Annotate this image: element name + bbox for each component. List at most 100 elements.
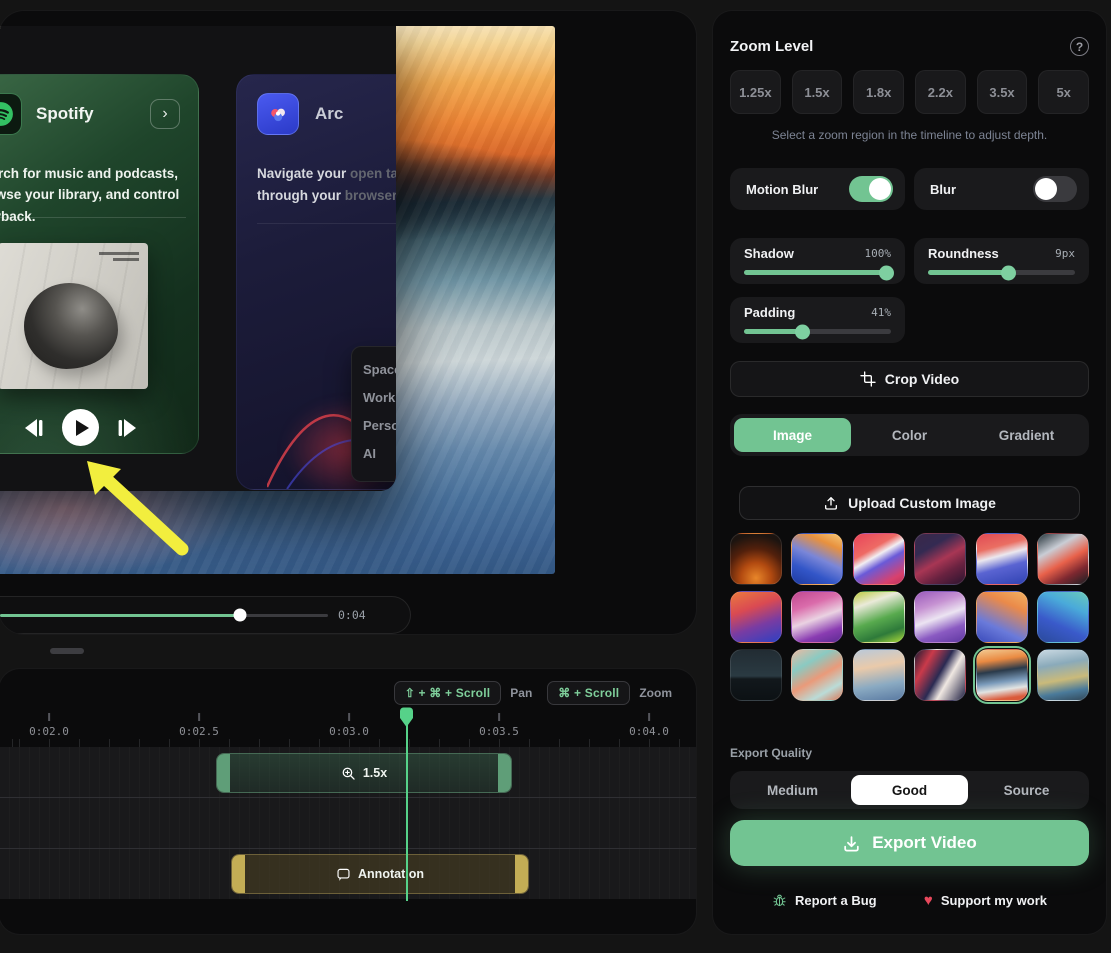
wallpaper-thumbnail[interactable] [853, 649, 905, 701]
zoom-clip-label: 1.5x [363, 766, 387, 780]
zoom-level-button[interactable]: 2.2x [915, 70, 966, 114]
wallpaper-thumbnail[interactable] [791, 649, 843, 701]
zoom-level-button[interactable]: 3.5x [977, 70, 1028, 114]
wallpaper-thumbnail[interactable] [1037, 591, 1089, 643]
slider-card: Shadow 100% [730, 238, 905, 284]
wallpaper-thumbnail[interactable] [976, 591, 1028, 643]
zoom-clip[interactable]: 1.5x [216, 753, 512, 793]
background-tab[interactable]: Color [851, 418, 968, 452]
background-tab[interactable]: Image [734, 418, 851, 452]
wallpaper-thumbnail[interactable] [791, 591, 843, 643]
clip-left-handle[interactable] [217, 754, 230, 792]
album-art-figure [24, 283, 118, 369]
slider-track[interactable] [744, 270, 891, 275]
album-label-text [99, 252, 139, 255]
zoom-level-button[interactable]: 1.8x [853, 70, 904, 114]
export-quality-label: Export Quality [730, 746, 1089, 760]
zoom-level-button[interactable]: 1.25x [730, 70, 781, 114]
menu-item[interactable]: Spaces [363, 356, 396, 384]
export-video-label: Export Video [872, 833, 977, 853]
wallpaper-canvas: Spotify › Search for music and podcasts,… [0, 26, 555, 574]
help-icon[interactable]: ? [1070, 37, 1089, 56]
download-icon [842, 834, 861, 853]
slider-knob[interactable] [795, 324, 810, 339]
tick-label: 0:03.5 [479, 725, 519, 738]
speech-bubble-icon [336, 867, 351, 882]
shortcut-action-label: Zoom [639, 686, 672, 700]
clip-left-handle[interactable] [232, 855, 245, 893]
slider-knob[interactable] [879, 265, 894, 280]
arc-card-title: Arc [315, 104, 343, 124]
zoom-level-button[interactable]: 5x [1038, 70, 1089, 114]
wallpaper-thumbnail[interactable] [1037, 649, 1089, 701]
clip-right-handle[interactable] [498, 754, 511, 792]
menu-item[interactable]: Personal [363, 412, 396, 440]
wallpaper-thumbnail[interactable] [730, 591, 782, 643]
wallpaper-thumbnail[interactable] [914, 533, 966, 585]
ruler-tick: 0:02.0 [29, 713, 69, 738]
wallpaper-thumbnail[interactable] [914, 591, 966, 643]
spotify-expand-button[interactable]: › [150, 99, 180, 129]
export-quality-option[interactable]: Good [851, 775, 968, 805]
toggle-switch[interactable] [1033, 176, 1077, 202]
tick-label: 0:02.0 [29, 725, 69, 738]
track-divider [0, 848, 696, 849]
report-bug-link[interactable]: Report a Bug [772, 893, 877, 908]
export-quality-option[interactable]: Medium [734, 775, 851, 805]
timeline-tracks: 1.5x Annotation [0, 747, 696, 899]
export-video-button[interactable]: Export Video [730, 820, 1089, 866]
ruler-tick: 0:02.5 [179, 713, 219, 738]
clip-right-handle[interactable] [515, 855, 528, 893]
divider [0, 217, 186, 218]
annotation-clip[interactable]: Annotation [231, 854, 529, 894]
wallpaper-thumbnail[interactable] [853, 533, 905, 585]
zoom-level-title: Zoom Level [730, 38, 813, 55]
menu-item[interactable]: AI [363, 440, 396, 468]
background-tab[interactable]: Gradient [968, 418, 1085, 452]
arc-spaces-menu: SpacesWorkPersonalAI [351, 346, 396, 482]
wallpaper-thumbnail[interactable] [1037, 533, 1089, 585]
slider-label: Shadow [744, 246, 794, 261]
panel-resize-handle[interactable] [50, 648, 84, 654]
slider-value: 100% [865, 247, 892, 260]
arc-desc-text-faded: browser his [345, 188, 396, 203]
tick-mark [348, 713, 350, 721]
divider [257, 223, 396, 224]
recorded-video-frame[interactable]: Spotify › Search for music and podcasts,… [0, 26, 396, 491]
upload-custom-image-button[interactable]: Upload Custom Image [739, 486, 1080, 520]
crop-icon [860, 371, 876, 387]
slider-knob[interactable] [1001, 265, 1016, 280]
magnifier-plus-icon [341, 766, 356, 781]
slider-fill [928, 270, 1009, 275]
play-button[interactable] [62, 409, 99, 446]
export-quality-option[interactable]: Source [968, 775, 1085, 805]
next-track-icon[interactable] [115, 416, 141, 440]
video-scrubber[interactable]: 0:04 [0, 596, 411, 634]
slider-fill [744, 270, 887, 275]
wallpaper-thumbnail[interactable] [976, 649, 1028, 701]
zoom-level-button[interactable]: 1.5x [792, 70, 843, 114]
crop-video-button[interactable]: Crop Video [730, 361, 1089, 397]
wallpaper-thumbnail[interactable] [730, 649, 782, 701]
wallpaper-thumbnail[interactable] [853, 591, 905, 643]
scrubber-progress [0, 614, 240, 617]
slider-track[interactable] [744, 329, 891, 334]
slider-track[interactable] [928, 270, 1075, 275]
wallpaper-thumbnail[interactable] [791, 533, 843, 585]
wallpaper-thumbnail[interactable] [730, 533, 782, 585]
support-link[interactable]: ♥ Support my work [924, 893, 1047, 908]
export-quality-options: MediumGoodSource [730, 771, 1089, 809]
scrubber-track[interactable] [0, 614, 328, 617]
menu-item[interactable]: Work [363, 384, 396, 412]
scrubber-thumb[interactable] [234, 609, 247, 622]
annotation-clip-label: Annotation [358, 867, 424, 881]
previous-track-icon[interactable] [20, 416, 46, 440]
panel-footer: Report a Bug ♥ Support my work [730, 893, 1089, 908]
wallpaper-thumbnail[interactable] [914, 649, 966, 701]
shortcut-hint: ⇧ + ⌘ + Scroll Pan [394, 681, 539, 705]
upload-icon [823, 495, 839, 511]
toggle-card: Motion Blur [730, 168, 905, 210]
toggle-switch[interactable] [849, 176, 893, 202]
spotify-card-title: Spotify [36, 104, 94, 124]
wallpaper-thumbnail[interactable] [976, 533, 1028, 585]
